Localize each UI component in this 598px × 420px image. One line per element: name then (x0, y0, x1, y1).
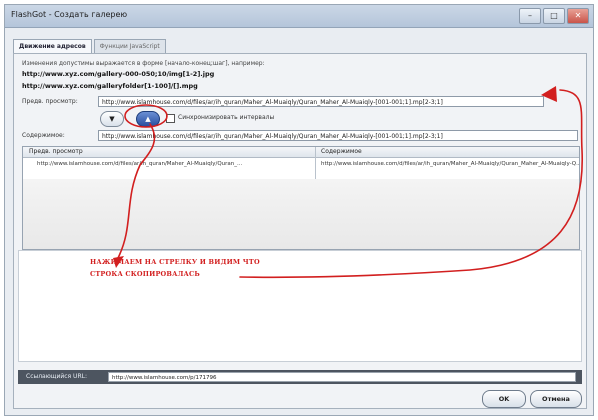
annotation-line-2: СТРОКА СКОПИРОВАЛАСЬ (90, 270, 200, 278)
cancel-button[interactable]: Отмена (530, 390, 582, 408)
down-arrow-button[interactable]: ▼ (100, 111, 124, 127)
annotation-line-1: НАЖИМАЕМ НА СТРЕЛКУ И ВИДИМ ЧТО (90, 258, 260, 266)
column-preview[interactable]: Предв. просмотр (29, 147, 83, 157)
list-empty-area (23, 179, 579, 249)
title-bar[interactable]: FlashGot - Создать галерею – □ ✕ (5, 5, 593, 28)
referrer-label: Ссылающийся URL: (26, 373, 87, 380)
dialog-window: FlashGot - Создать галерею – □ ✕ Движени… (4, 4, 594, 416)
preview-input[interactable]: http://www.islamhouse.com/d/files/ar/ih_… (98, 96, 544, 107)
column-content[interactable]: Содержимое (321, 147, 362, 157)
window-title: FlashGot - Создать галерею (11, 10, 128, 19)
sync-label: Синхронизировать интервалы (178, 114, 275, 121)
tab-panel: Изменения допустимы выражается в форме [… (13, 53, 587, 409)
close-button[interactable]: ✕ (567, 8, 589, 24)
content-input[interactable]: http://www.islamhouse.com/d/files/ar/ih_… (98, 130, 578, 141)
example-1: http://www.xyz.com/gallery-000-050;10/im… (22, 70, 215, 78)
minimize-button[interactable]: – (519, 8, 541, 24)
referrer-bar: Ссылающийся URL: http://www.islamhouse.c… (18, 370, 582, 384)
tab-address-movement[interactable]: Движение адресов (13, 39, 92, 54)
list-cell-preview[interactable]: http://www.islamhouse.com/d/files/ar/ih_… (37, 161, 311, 167)
tab-javascript-functions[interactable]: Функции JavaScript (93, 39, 166, 53)
list-header: Предв. просмотр Содержимое (23, 147, 579, 158)
preview-area (18, 250, 582, 362)
info-text: Изменения допустимы выражается в форме [… (22, 60, 265, 67)
window-controls: – □ ✕ (519, 8, 589, 24)
up-arrow-button[interactable]: ▲ (136, 111, 160, 127)
sync-checkbox[interactable] (166, 114, 175, 123)
list-cell-content[interactable]: http://www.islamhouse.com/d/files/ar/ih_… (321, 161, 579, 167)
results-list[interactable]: Предв. просмотр Содержимое http://www.is… (22, 146, 580, 250)
referrer-input[interactable]: http://www.islamhouse.com/p/171796 (108, 372, 576, 382)
preview-label: Предв. просмотр: (22, 98, 78, 105)
example-2: http://www.xyz.com/galleryfolder[1-100]/… (22, 82, 198, 90)
ok-button[interactable]: OK (482, 390, 526, 408)
tab-strip: Движение адресов Функции JavaScript (13, 39, 166, 54)
maximize-button[interactable]: □ (543, 8, 565, 24)
content-label: Содержимое: (22, 132, 65, 139)
